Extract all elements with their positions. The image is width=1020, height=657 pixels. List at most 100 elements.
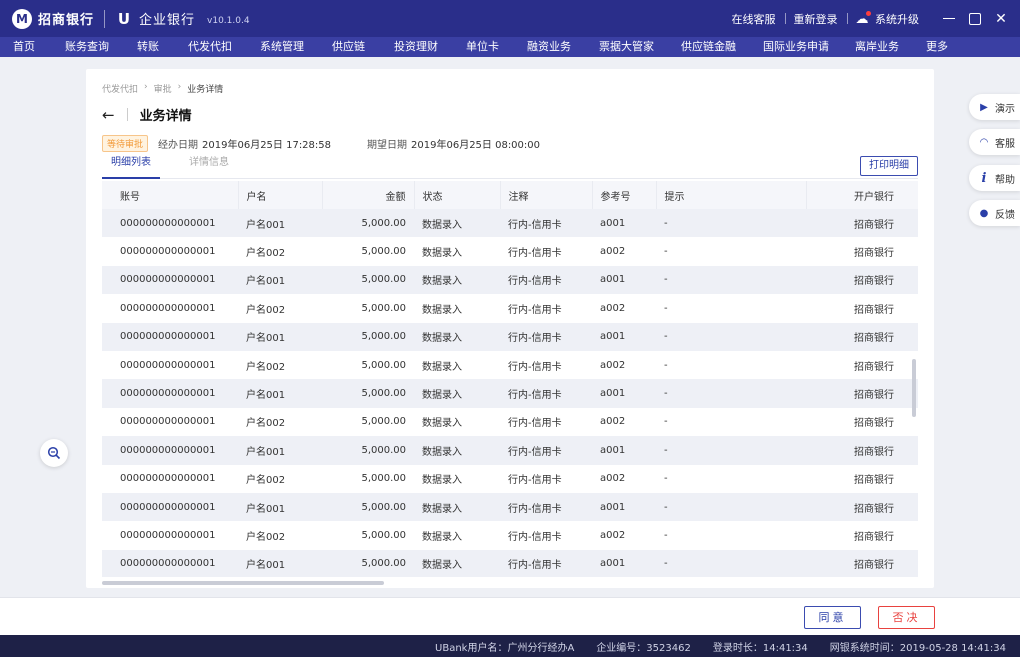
- cell-remark: 行内-信用卡: [500, 407, 592, 437]
- feedback-label: 反馈: [995, 209, 1015, 221]
- demo-button[interactable]: ▶ 演示: [969, 94, 1020, 120]
- maximize-icon[interactable]: [962, 11, 988, 27]
- cell-account: 000000000000001: [102, 294, 238, 323]
- cell-status: 数据录入: [414, 436, 500, 465]
- version-label: v10.1.0.4: [207, 15, 250, 26]
- detail-card: 代发代扣 › 审批 › 业务详情 ← 业务详情 等待审批 经办日期 2019年0…: [86, 69, 934, 588]
- expect-date-value: 2019年06月25日 08:00:00: [411, 140, 541, 151]
- nav-item-transfer[interactable]: 转账: [127, 37, 169, 57]
- cell-name: 户名001: [238, 322, 322, 351]
- nav-item-system[interactable]: 系统管理: [250, 37, 314, 57]
- online-service-link[interactable]: 在线客服: [723, 11, 785, 27]
- nav-item-home[interactable]: 首页: [3, 37, 45, 57]
- table-row[interactable]: 000000000000001 户名001 5,000.00 数据录入 行内-信用卡 a0…: [102, 492, 918, 522]
- nav-item-payroll[interactable]: 代发代扣: [178, 37, 242, 57]
- cell-account: 000000000000001: [102, 549, 238, 577]
- minimize-icon[interactable]: [936, 11, 962, 27]
- horizontal-scrollbar[interactable]: [102, 581, 384, 585]
- cell-name: 户名002: [238, 350, 322, 380]
- cell-hint: -: [656, 265, 806, 295]
- headset-icon: ◠: [980, 136, 988, 148]
- table-row[interactable]: 000000000000001 户名002 5,000.00 数据录入 行内-信用卡 a0…: [102, 521, 918, 550]
- table-row[interactable]: 000000000000001 户名001 5,000.00 数据录入 行内-信用卡 a0…: [102, 549, 918, 577]
- ubank-logo-icon: U: [117, 9, 131, 28]
- close-icon[interactable]: ✕: [988, 11, 1014, 27]
- cell-bank: 招商银行: [806, 350, 918, 380]
- table-row[interactable]: 000000000000001 户名002 5,000.00 数据录入 行内-信用卡 a0…: [102, 294, 918, 323]
- detail-table-container[interactable]: 账号 户名 金额 状态 注释 参考号 提示 开户银行 0000000000000…: [102, 181, 918, 577]
- notification-dot: [865, 10, 871, 16]
- table-row[interactable]: 000000000000001 户名002 5,000.00 数据录入 行内-信用卡 a0…: [102, 464, 918, 493]
- nav-item-more[interactable]: 更多: [916, 37, 958, 57]
- nav-item-scf[interactable]: 供应链金融: [671, 37, 746, 57]
- back-arrow-icon[interactable]: ←: [102, 106, 115, 124]
- cell-hint: -: [656, 549, 806, 577]
- nav-item-account-query[interactable]: 账务查询: [55, 37, 119, 57]
- cell-reference: a002: [592, 521, 656, 550]
- cell-amount: 5,000.00: [322, 464, 414, 493]
- cell-bank: 招商银行: [806, 492, 918, 522]
- nav-item-supply-chain[interactable]: 供应链: [322, 37, 375, 57]
- table-row[interactable]: 000000000000001 户名001 5,000.00 数据录入 行内-信用卡 a0…: [102, 209, 918, 238]
- system-upgrade-link[interactable]: ☁ 系统升级: [846, 10, 929, 27]
- page-title: 业务详情: [139, 109, 192, 124]
- nav-item-investment[interactable]: 投资理财: [384, 37, 448, 57]
- table-row[interactable]: 000000000000001 户名001 5,000.00 数据录入 行内-信用卡 a0…: [102, 322, 918, 351]
- brand: M 招商银行 U 企业银行 v10.1.0.4: [0, 8, 250, 29]
- nav-item-unit-card[interactable]: 单位卡: [456, 37, 509, 57]
- nav-item-financing[interactable]: 融资业务: [517, 37, 581, 57]
- table-body: 000000000000001 户名001 5,000.00 数据录入 行内-信用卡 a0…: [102, 209, 918, 577]
- cell-status: 数据录入: [414, 549, 500, 577]
- table-row[interactable]: 000000000000001 户名002 5,000.00 数据录入 行内-信用卡 a0…: [102, 350, 918, 380]
- cell-amount: 5,000.00: [322, 521, 414, 550]
- tab-detail-info[interactable]: 详情信息: [180, 155, 238, 179]
- cell-bank: 招商银行: [806, 464, 918, 493]
- status-badge: 等待审批: [102, 135, 149, 152]
- table-row[interactable]: 000000000000001 户名001 5,000.00 数据录入 行内-信用卡 a0…: [102, 436, 918, 465]
- nav-item-bills[interactable]: 票据大管家: [589, 37, 664, 57]
- cell-remark: 行内-信用卡: [500, 492, 592, 522]
- table-row[interactable]: 000000000000001 户名002 5,000.00 数据录入 行内-信用卡 a0…: [102, 237, 918, 266]
- relogin-link[interactable]: 重新登录: [784, 11, 847, 27]
- feedback-button[interactable]: ● 反馈: [969, 200, 1020, 226]
- cell-reference: a002: [592, 294, 656, 323]
- cell-status: 数据录入: [414, 379, 500, 408]
- table-row[interactable]: 000000000000001 户名002 5,000.00 数据录入 行内-信用卡 a0…: [102, 407, 918, 437]
- cell-status: 数据录入: [414, 492, 500, 522]
- cell-amount: 5,000.00: [322, 549, 414, 577]
- action-bar: 同意 否决: [0, 597, 1020, 635]
- chevron-right-icon: ›: [144, 82, 148, 92]
- breadcrumb-approval[interactable]: 审批: [154, 82, 172, 95]
- cell-name: 户名002: [238, 237, 322, 266]
- detail-tabs: 明细列表 详情信息: [102, 155, 918, 179]
- reject-button[interactable]: 否决: [878, 606, 935, 629]
- cell-amount: 5,000.00: [322, 294, 414, 323]
- cell-amount: 5,000.00: [322, 350, 414, 380]
- customer-service-button[interactable]: ◠ 客服: [969, 129, 1020, 155]
- tab-detail-list[interactable]: 明细列表: [102, 155, 160, 179]
- nav-item-offshore[interactable]: 离岸业务: [845, 37, 909, 57]
- cell-bank: 招商银行: [806, 436, 918, 465]
- breadcrumb-payroll[interactable]: 代发代扣: [102, 82, 138, 95]
- cell-account: 000000000000001: [102, 492, 238, 522]
- cell-hint: -: [656, 521, 806, 550]
- cell-name: 户名001: [238, 436, 322, 465]
- bank-name: 招商银行: [38, 13, 95, 28]
- cell-reference: a001: [592, 209, 656, 238]
- zoom-button[interactable]: [40, 439, 68, 467]
- zoom-in-icon: [47, 446, 61, 460]
- print-detail-button[interactable]: 打印明细: [860, 156, 918, 176]
- help-button[interactable]: i 帮助: [969, 165, 1020, 191]
- cell-reference: a001: [592, 549, 656, 577]
- table-row[interactable]: 000000000000001 户名001 5,000.00 数据录入 行内-信用卡 a0…: [102, 265, 918, 295]
- cell-hint: -: [656, 209, 806, 238]
- agree-button[interactable]: 同意: [804, 606, 861, 629]
- table-header-row: 账号 户名 金额 状态 注释 参考号 提示 开户银行: [102, 181, 918, 209]
- table-row[interactable]: 000000000000001 户名001 5,000.00 数据录入 行内-信用卡 a0…: [102, 379, 918, 408]
- vertical-scrollbar[interactable]: [912, 359, 916, 417]
- customer-service-label: 客服: [995, 138, 1015, 150]
- nav-item-international[interactable]: 国际业务申请: [753, 37, 839, 57]
- cell-reference: a001: [592, 322, 656, 351]
- cell-hint: -: [656, 237, 806, 266]
- cell-remark: 行内-信用卡: [500, 436, 592, 465]
